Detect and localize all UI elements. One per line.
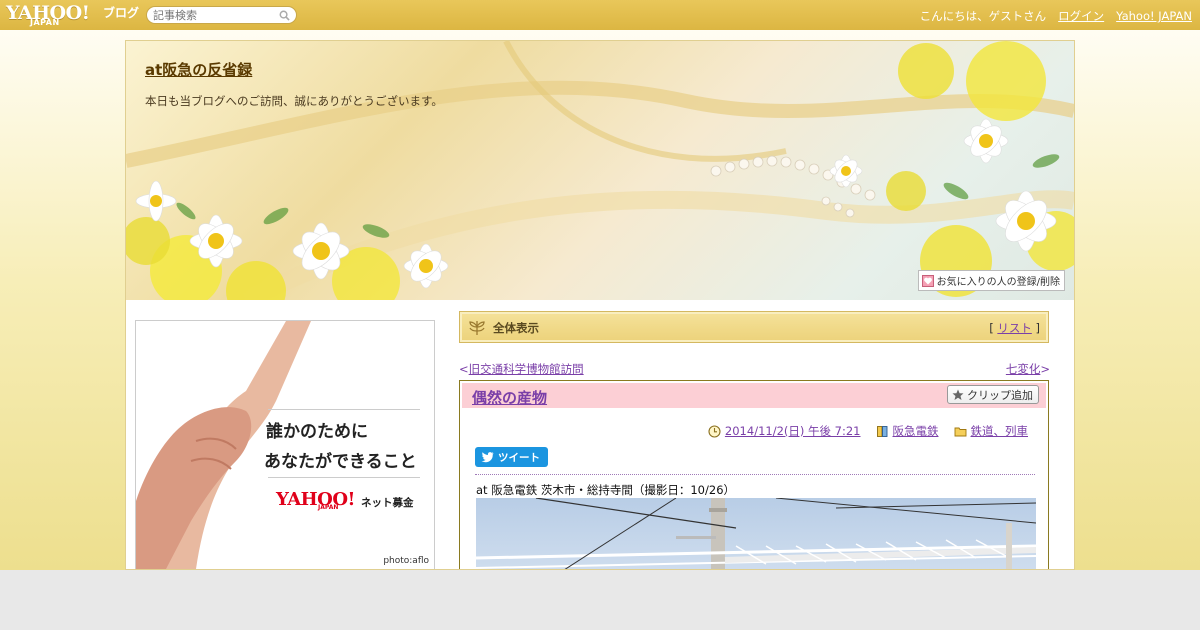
ad-divider-top xyxy=(268,409,420,410)
blog-container: at阪急の反省録 本日も当ブログへのご訪問、誠にありがとうございます。 お気に入… xyxy=(125,40,1075,570)
ad-divider-bottom xyxy=(268,477,420,478)
favorite-register-label: お気に入りの人の登録/削除 xyxy=(936,277,1060,288)
list-view-control: [ リスト ] xyxy=(989,320,1040,336)
favorite-register-button[interactable]: お気に入りの人の登録/削除 xyxy=(917,270,1065,291)
yahoo-japan-link[interactable]: Yahoo! JAPAN xyxy=(1116,9,1192,23)
railway-overhead-lines-photo xyxy=(476,498,1036,569)
previous-article-nav: <旧交通科学博物館訪問 xyxy=(459,361,584,377)
view-mode-bar: 全体表示 [ リスト ] xyxy=(459,311,1049,343)
article-search-box xyxy=(146,6,297,24)
article-tag-item: 鉄道、列車 xyxy=(954,423,1029,439)
blog-header: at阪急の反省録 本日も当ブログへのご訪問、誠にありがとうございます。 お気に入… xyxy=(126,41,1074,300)
blog-service-label[interactable]: ブログ xyxy=(103,4,139,21)
charity-ad-banner[interactable]: 誰かのために あなたができること YAHOO! JAPAN ネット募金 phot… xyxy=(135,320,435,569)
add-clip-label: クリップ追加 xyxy=(967,388,1033,402)
article-title[interactable]: 偶然の産物 xyxy=(472,387,547,408)
article-date-item: 2014/11/2(日) 午後 7:21 xyxy=(708,423,861,439)
greeting-text: こんにちは、ゲストさん xyxy=(919,9,1047,23)
flower-ornament-icon xyxy=(469,321,485,336)
article-category-item: 阪急電鉄 xyxy=(876,423,939,439)
tweet-button[interactable]: ツイート xyxy=(475,447,548,467)
next-article-nav: 七変化> xyxy=(1006,361,1050,377)
ad-photo-credit: photo:aflo xyxy=(383,556,429,566)
page-bottom-area xyxy=(0,570,1200,630)
blog-title[interactable]: at阪急の反省録 xyxy=(145,59,252,80)
article-photo[interactable] xyxy=(476,498,1036,569)
ad-yahoo-logo: YAHOO! xyxy=(276,489,355,510)
top-right-links: こんにちは、ゲストさん ログイン Yahoo! JAPAN xyxy=(920,8,1192,24)
yahoo-logo-sub: JAPAN xyxy=(30,18,60,27)
article-caption: at 阪急電鉄 茨木市・総持寺間（撮影日：10/26） xyxy=(476,483,736,497)
yahoo-top-bar: YAHOO! JAPAN ブログ こんにちは、ゲストさん ログイン Yahoo!… xyxy=(0,0,1200,30)
ad-service-name: ネット募金 xyxy=(361,497,414,509)
article-divider xyxy=(475,474,1035,475)
previous-article-link[interactable]: 旧交通科学博物館訪問 xyxy=(469,362,584,376)
search-icon[interactable] xyxy=(279,10,290,21)
book-icon xyxy=(876,425,887,437)
next-marker: > xyxy=(1040,362,1050,376)
article-search-input[interactable] xyxy=(153,8,273,22)
header-flower-illustration xyxy=(126,41,1074,300)
list-view-link[interactable]: リスト xyxy=(997,321,1032,335)
ad-headline-1: 誰かのために xyxy=(266,422,368,442)
prev-marker: < xyxy=(459,362,469,376)
bracket-close: ] xyxy=(1031,321,1040,335)
tweet-label: ツイート xyxy=(498,451,540,464)
twitter-bird-icon xyxy=(481,451,494,462)
folder-icon xyxy=(954,427,966,436)
view-all-label: 全体表示 xyxy=(493,321,539,335)
article-header: 偶然の産物 クリップ追加 xyxy=(462,383,1046,408)
star-icon xyxy=(952,389,964,400)
ad-yahoo-logo-sub: JAPAN xyxy=(318,504,339,511)
blog-description: 本日も当ブログへのご訪問、誠にありがとうございます。 xyxy=(145,94,443,108)
article-entry: 偶然の産物 クリップ追加 2014/11/2(日) 午後 7:21 阪急電鉄 鉄… xyxy=(459,380,1049,569)
clock-icon xyxy=(708,424,721,438)
next-article-link[interactable]: 七変化 xyxy=(1006,362,1041,376)
ad-headline-2: あなたができること xyxy=(264,452,417,472)
article-tag-link[interactable]: 鉄道、列車 xyxy=(971,423,1029,439)
article-date-link[interactable]: 2014/11/2(日) 午後 7:21 xyxy=(725,423,861,439)
add-clip-button[interactable]: クリップ追加 xyxy=(947,385,1039,404)
article-category-link[interactable]: 阪急電鉄 xyxy=(893,423,939,439)
handshake-illustration xyxy=(136,321,311,569)
login-link[interactable]: ログイン xyxy=(1058,8,1104,24)
heart-icon xyxy=(921,274,934,287)
article-meta: 2014/11/2(日) 午後 7:21 阪急電鉄 鉄道、列車 xyxy=(708,423,1028,439)
